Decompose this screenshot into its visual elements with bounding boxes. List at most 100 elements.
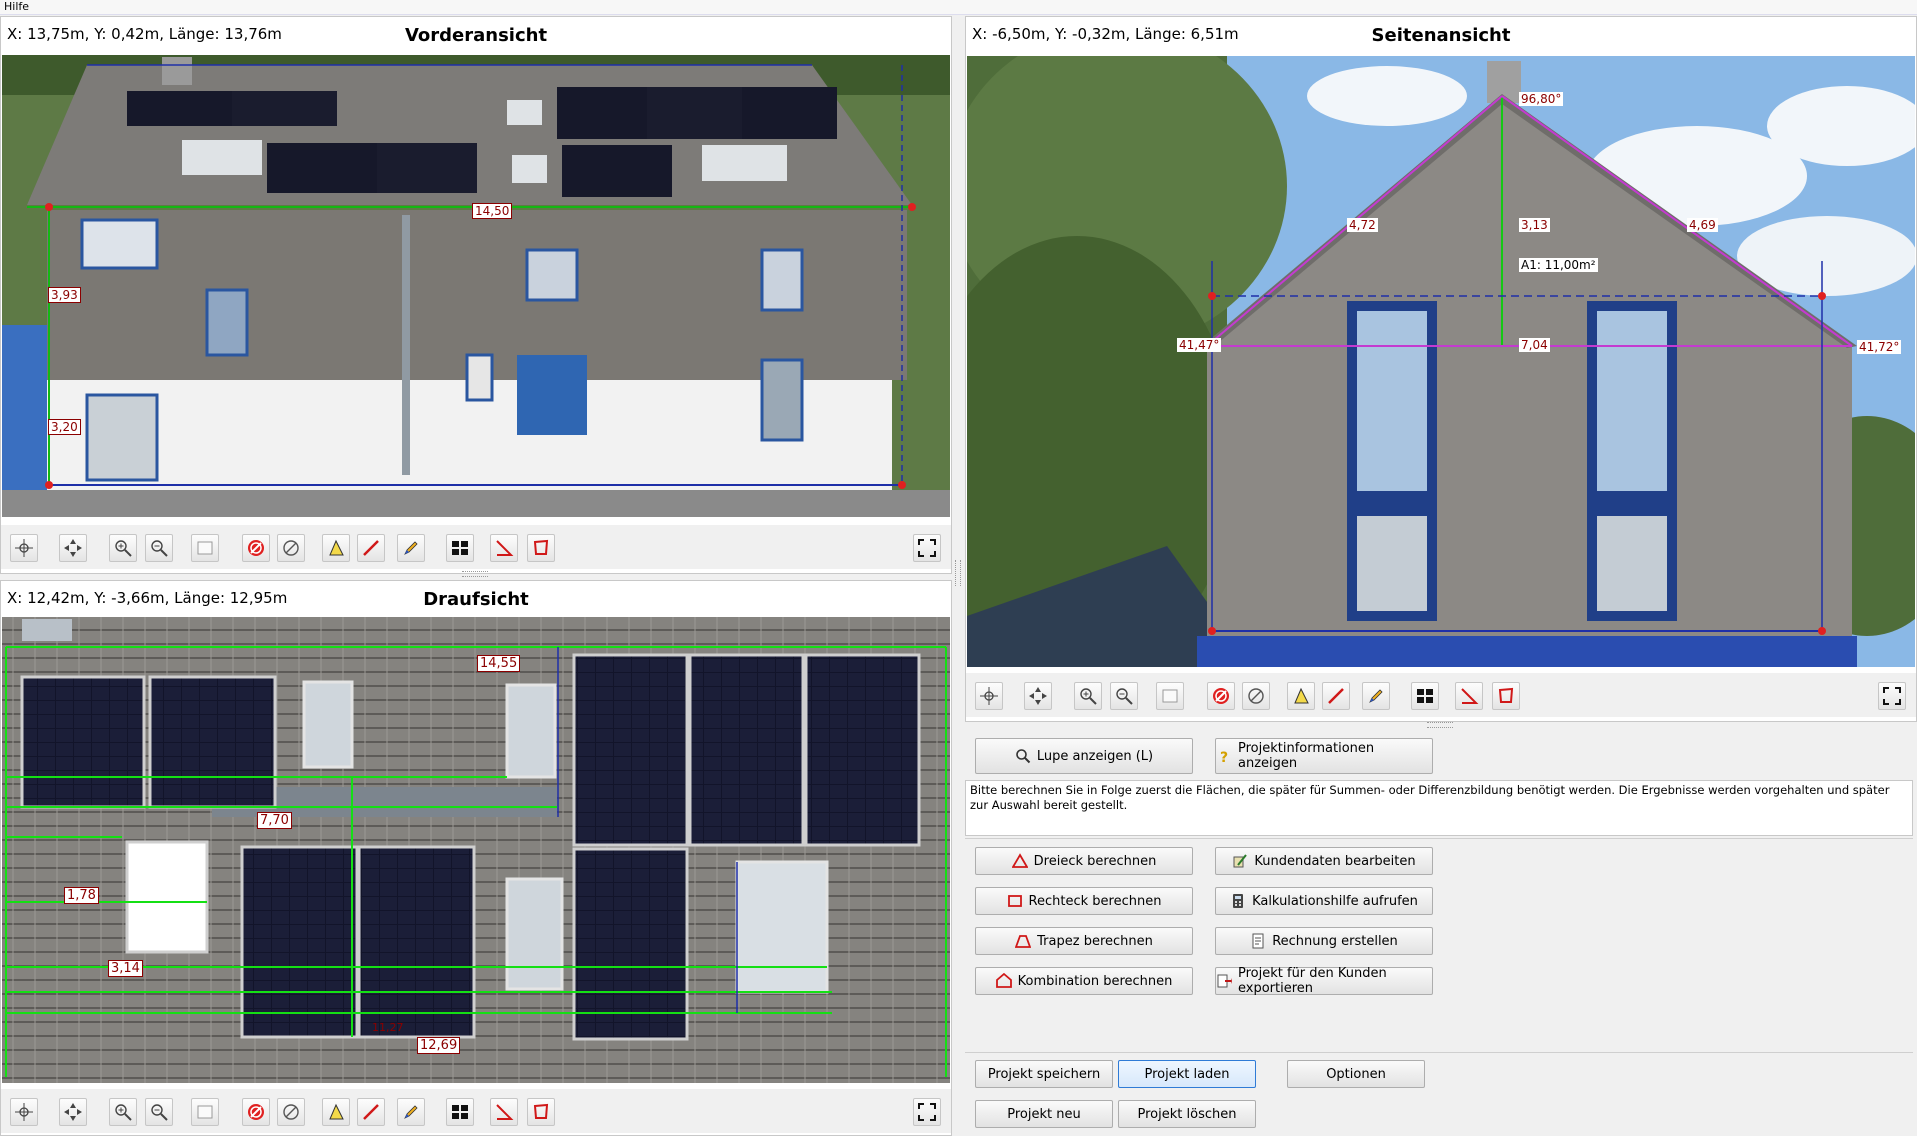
frame-tool-button[interactable]: [1156, 682, 1184, 710]
angle-icon: [496, 540, 514, 556]
delete-red-tool-button[interactable]: [242, 534, 270, 562]
cancel-tool-button[interactable]: [277, 534, 305, 562]
top-view-header: X: 12,42m, Y: -3,66m, Länge: 12,95m Drau…: [1, 581, 951, 613]
pencil-tool-button[interactable]: [397, 534, 425, 562]
zoom-out-icon: [151, 540, 168, 557]
side-splitter-handle[interactable]: [1427, 722, 1453, 728]
invoice-icon: [1250, 933, 1266, 949]
module-grid-tool-button[interactable]: [446, 534, 474, 562]
delete-project-label: Projekt löschen: [1137, 1106, 1237, 1122]
top-view-title: Draufsicht: [423, 589, 529, 610]
triangle-measure-tool-button[interactable]: [322, 534, 350, 562]
front-view-image[interactable]: 14,50 3,93 3,20: [2, 55, 950, 517]
menu-bar: Hilfe: [0, 0, 1917, 15]
move-tool-button[interactable]: [59, 1098, 87, 1126]
front-label-height-upper: 3,93: [48, 287, 81, 303]
angle-tool-button[interactable]: [1455, 682, 1483, 710]
pencil-tool-button[interactable]: [397, 1098, 425, 1126]
triangle-measure-icon: [329, 539, 344, 556]
module-grid-icon: [452, 1105, 468, 1119]
side-view-image[interactable]: 96,80° 4,72 4,69 3,13 A1: 11,00m² 41,47°…: [967, 56, 1915, 667]
side-view-header: X: -6,50m, Y: -0,32m, Länge: 6,51m Seite…: [966, 17, 1916, 49]
fullscreen-tool-button[interactable]: [913, 1098, 941, 1126]
center-icon: [980, 687, 998, 705]
zoom-in-tool-button[interactable]: [1074, 682, 1102, 710]
new-project-label: Projekt neu: [1007, 1106, 1081, 1122]
center-tool-button[interactable]: [975, 682, 1003, 710]
polygon-tool-button[interactable]: [527, 534, 555, 562]
cancel-tool-button[interactable]: [1242, 682, 1270, 710]
center-tool-button[interactable]: [10, 534, 38, 562]
combination-calc-button[interactable]: Kombination berechnen: [975, 967, 1193, 995]
load-project-button[interactable]: Projekt laden: [1118, 1060, 1256, 1088]
zoom-in-tool-button[interactable]: [109, 534, 137, 562]
module-grid-icon: [452, 541, 468, 555]
fullscreen-tool-button[interactable]: [913, 534, 941, 562]
line-measure-tool-button[interactable]: [357, 1098, 385, 1126]
triangle-measure-icon: [329, 1103, 344, 1120]
invoice-button[interactable]: Rechnung erstellen: [1215, 927, 1433, 955]
frame-tool-button[interactable]: [191, 534, 219, 562]
top-label-small-b: 3,14: [108, 960, 143, 977]
delete-red-tool-button[interactable]: [1207, 682, 1235, 710]
module-grid-tool-button[interactable]: [1411, 682, 1439, 710]
zoom-in-icon: [115, 540, 132, 557]
polygon-tool-button[interactable]: [1492, 682, 1520, 710]
export-button[interactable]: Projekt für den Kunden exportieren: [1215, 966, 1433, 996]
line-measure-tool-button[interactable]: [357, 534, 385, 562]
line-measure-icon: [1328, 688, 1344, 704]
module-grid-tool-button[interactable]: [446, 1098, 474, 1126]
fullscreen-tool-button[interactable]: [1878, 682, 1906, 710]
line-measure-tool-button[interactable]: [1322, 682, 1350, 710]
options-button[interactable]: Optionen: [1287, 1060, 1425, 1088]
zoom-in-tool-button[interactable]: [109, 1098, 137, 1126]
delete-red-icon: [248, 1104, 264, 1120]
magnifier-button[interactable]: Lupe anzeigen (L): [975, 738, 1193, 774]
save-project-button[interactable]: Projekt speichern: [975, 1060, 1113, 1088]
project-info-button[interactable]: ? Projektinformationen anzeigen: [1215, 738, 1433, 774]
customer-data-button[interactable]: Kundendaten bearbeiten: [1215, 847, 1433, 875]
zoom-out-tool-button[interactable]: [1110, 682, 1138, 710]
pencil-icon: [404, 541, 418, 555]
angle-tool-button[interactable]: [490, 534, 518, 562]
side-label-right-slope: 4,69: [1687, 218, 1718, 232]
rectangle-calc-button[interactable]: Rechteck berechnen: [975, 887, 1193, 915]
top-view-image[interactable]: 14,55 7,70 1,78 3,14 12,69 11,27: [2, 617, 950, 1083]
customer-data-label: Kundendaten bearbeiten: [1254, 853, 1416, 869]
pencil-icon: [404, 1105, 418, 1119]
rectangle-icon: [1007, 893, 1023, 909]
menu-help[interactable]: Hilfe: [4, 0, 29, 14]
cancel-tool-button[interactable]: [277, 1098, 305, 1126]
triangle-calc-label: Dreieck berechnen: [1033, 853, 1157, 869]
front-toolbar: [1, 525, 951, 569]
move-tool-button[interactable]: [1024, 682, 1052, 710]
frame-tool-button[interactable]: [191, 1098, 219, 1126]
export-label: Projekt für den Kunden exportieren: [1238, 966, 1387, 996]
triangle-measure-tool-button[interactable]: [322, 1098, 350, 1126]
zoom-in-icon: [115, 1104, 132, 1121]
zoom-out-icon: [1116, 688, 1133, 705]
zoom-out-tool-button[interactable]: [145, 1098, 173, 1126]
move-tool-button[interactable]: [59, 534, 87, 562]
frame-icon: [1162, 689, 1178, 703]
magnifier-icon: [1015, 748, 1031, 764]
vertical-splitter[interactable]: [955, 560, 961, 586]
triangle-calc-button[interactable]: Dreieck berechnen: [975, 847, 1193, 875]
zoom-out-icon: [151, 1104, 168, 1121]
polygon-tool-button[interactable]: [527, 1098, 555, 1126]
trapezoid-calc-button[interactable]: Trapez berechnen: [975, 927, 1193, 955]
triangle-measure-tool-button[interactable]: [1287, 682, 1315, 710]
zoom-out-tool-button[interactable]: [145, 534, 173, 562]
angle-tool-button[interactable]: [490, 1098, 518, 1126]
divider-bottom: [965, 1052, 1913, 1053]
splitter-handle[interactable]: [462, 571, 488, 577]
new-project-button[interactable]: Projekt neu: [975, 1100, 1113, 1128]
calc-help-button[interactable]: Kalkulationshilfe aufrufen: [1215, 887, 1433, 915]
delete-red-tool-button[interactable]: [242, 1098, 270, 1126]
trapezoid-calc-label: Trapez berechnen: [1037, 933, 1153, 949]
front-view-header: X: 13,75m, Y: 0,42m, Länge: 13,76m Vorde…: [1, 17, 951, 49]
pencil-tool-button[interactable]: [1362, 682, 1390, 710]
delete-project-button[interactable]: Projekt löschen: [1118, 1100, 1256, 1128]
triangle-measure-icon: [1294, 687, 1309, 704]
center-tool-button[interactable]: [10, 1098, 38, 1126]
